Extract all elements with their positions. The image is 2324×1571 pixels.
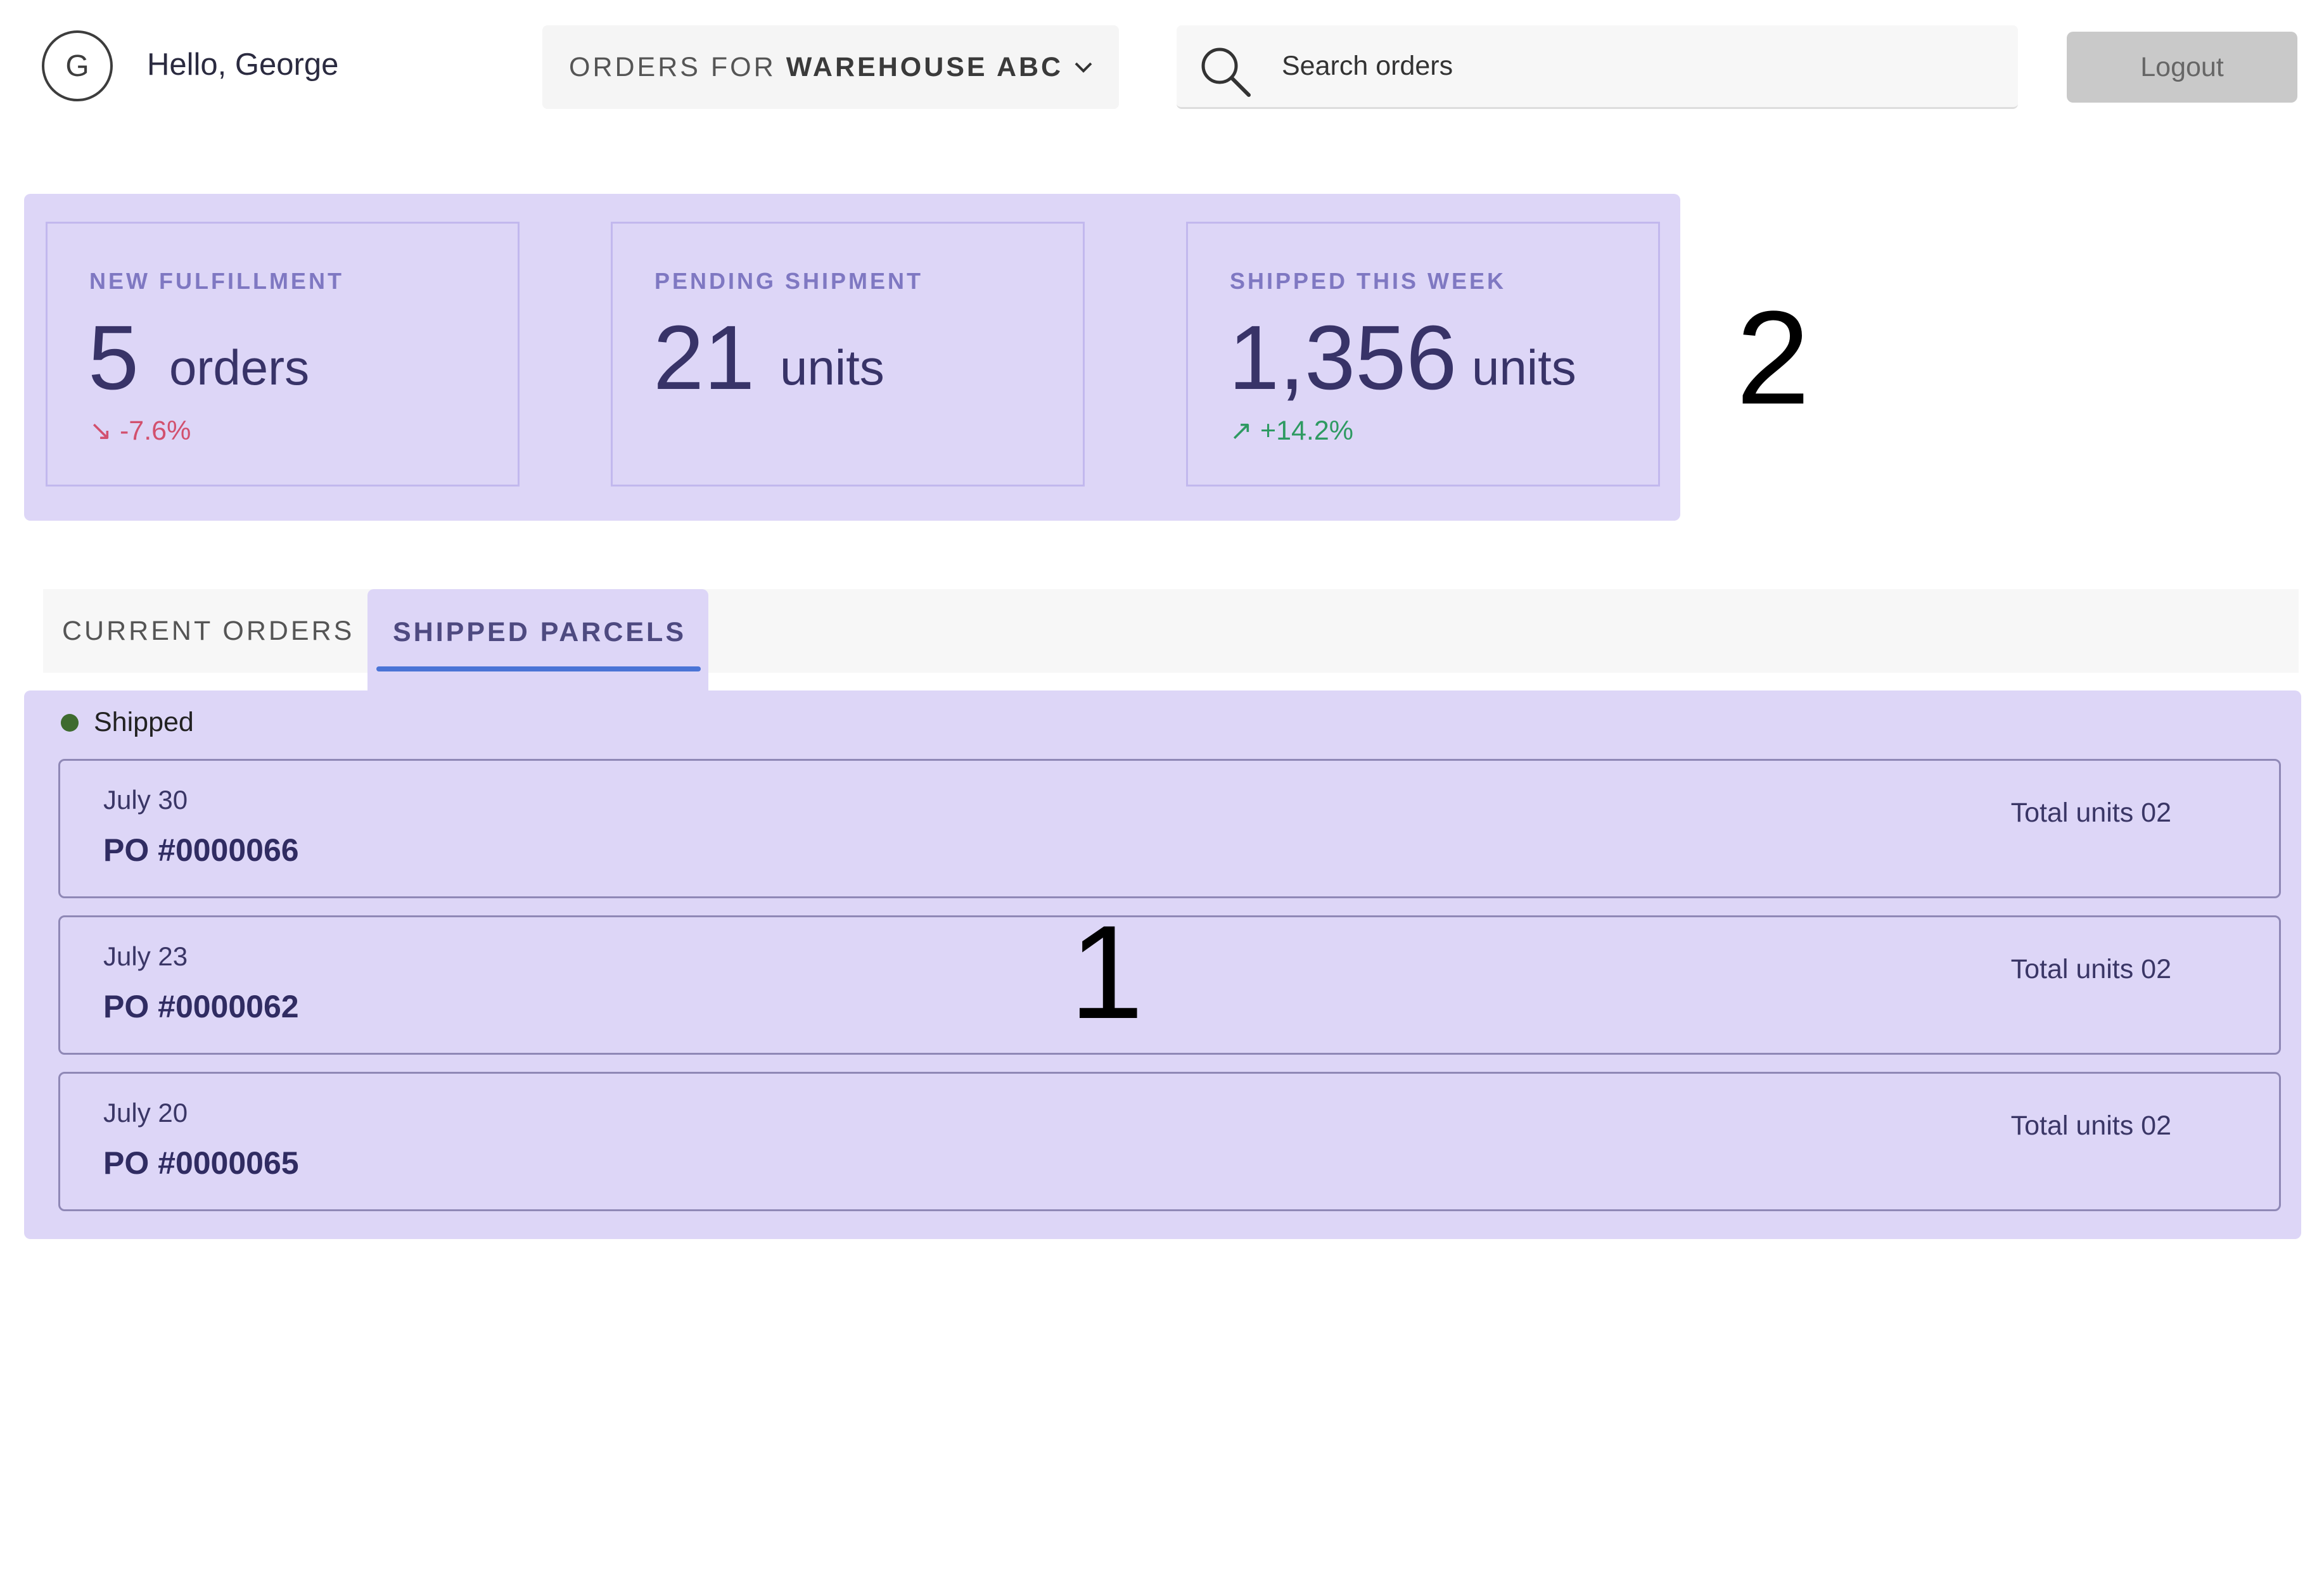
active-tab-indicator xyxy=(376,666,701,671)
order-po: PO #0000062 xyxy=(103,989,299,1024)
stat-delta-value: +14.2% xyxy=(1260,416,1354,446)
order-row[interactable]: July 30 PO #0000066 Total units 02 xyxy=(58,759,2281,898)
stat-delta: ↗ +14.2% xyxy=(1230,415,1353,447)
search-input[interactable]: Search orders xyxy=(1177,25,2018,109)
stat-card-pending-shipment: PENDING SHIPMENT 21 units xyxy=(611,222,1085,487)
status-dot-icon xyxy=(61,714,79,732)
avatar[interactable]: G xyxy=(42,30,113,101)
greeting: Hello, George xyxy=(147,48,339,82)
annotation-marker-1: 1 xyxy=(1069,898,1144,1046)
stat-delta-value: -7.6% xyxy=(119,416,191,446)
logout-button[interactable]: Logout xyxy=(2067,32,2297,103)
chevron-down-icon xyxy=(1075,62,1092,73)
order-date: July 23 xyxy=(103,941,188,971)
tab-label: SHIPPED PARCELS xyxy=(393,617,686,647)
stat-unit: units xyxy=(780,340,884,395)
tab-label: CURRENT ORDERS xyxy=(62,615,355,646)
annotation-marker-2: 2 xyxy=(1736,283,1810,432)
order-date: July 30 xyxy=(103,785,188,815)
stat-value: 1,356 xyxy=(1229,307,1457,409)
search-placeholder: Search orders xyxy=(1282,51,1453,81)
stat-card-shipped-this-week: SHIPPED THIS WEEK 1,356 units ↗ +14.2% xyxy=(1186,222,1660,487)
tab-shipped-parcels[interactable]: SHIPPED PARCELS xyxy=(367,589,708,690)
stat-value: 5 xyxy=(88,307,139,409)
stat-unit: units xyxy=(1472,340,1576,395)
order-date: July 20 xyxy=(103,1098,188,1128)
warehouse-prefix: ORDERS FOR xyxy=(569,51,776,82)
order-row[interactable]: July 23 PO #0000062 Total units 02 xyxy=(58,915,2281,1055)
warehouse-name: WAREHOUSE ABC xyxy=(786,51,1064,82)
status-label: Shipped xyxy=(94,707,194,737)
stat-label: SHIPPED THIS WEEK xyxy=(1230,268,1507,294)
order-units: Total units 02 xyxy=(2010,954,2171,984)
stat-card-new-fulfillment: NEW FULFILLMENT 5 orders ↘ -7.6% xyxy=(46,222,520,487)
avatar-initial: G xyxy=(65,49,89,83)
order-units: Total units 02 xyxy=(2010,798,2171,828)
stat-label: NEW FULFILLMENT xyxy=(89,268,344,294)
order-row[interactable]: July 20 PO #0000065 Total units 02 xyxy=(58,1072,2281,1211)
arrow-up-right-icon: ↗ xyxy=(1230,416,1253,446)
order-po: PO #0000066 xyxy=(103,832,299,868)
stat-unit: orders xyxy=(169,340,310,395)
stat-value: 21 xyxy=(653,307,755,409)
warehouse-selector[interactable]: ORDERS FOR WAREHOUSE ABC xyxy=(542,25,1119,109)
arrow-down-right-icon: ↘ xyxy=(89,416,113,446)
tab-current-orders[interactable]: CURRENT ORDERS xyxy=(43,589,366,673)
stat-label: PENDING SHIPMENT xyxy=(654,268,924,294)
order-po: PO #0000065 xyxy=(103,1145,299,1181)
stat-delta: ↘ -7.6% xyxy=(89,415,191,447)
search-icon xyxy=(1201,48,1251,97)
order-units: Total units 02 xyxy=(2010,1110,2171,1141)
